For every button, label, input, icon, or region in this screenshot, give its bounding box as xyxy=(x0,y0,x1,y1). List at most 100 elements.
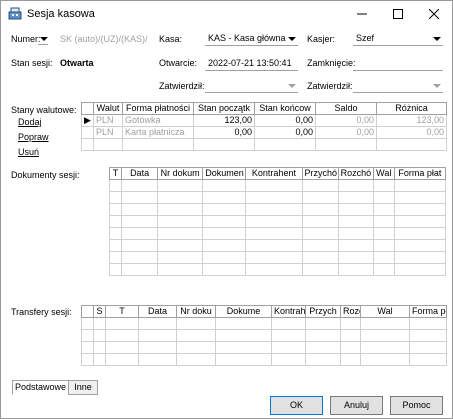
table-row[interactable] xyxy=(108,191,447,204)
table-row[interactable] xyxy=(81,341,447,354)
table-cell xyxy=(409,329,447,342)
table-row[interactable] xyxy=(81,329,447,342)
table-row[interactable]: PLN Karta płatnicza 0,00 0,00 0,00 0,00 xyxy=(81,126,447,139)
table-cell xyxy=(305,353,341,366)
table-cell xyxy=(202,227,247,240)
cancel-button[interactable]: Anuluj xyxy=(330,396,383,415)
numer-label: Numer: xyxy=(11,34,41,44)
column-header[interactable]: Wal xyxy=(372,167,395,180)
table-row[interactable] xyxy=(81,138,447,151)
column-header[interactable]: Przychó xyxy=(301,167,339,180)
column-header[interactable]: Przych xyxy=(305,305,341,318)
column-header[interactable]: T xyxy=(108,167,123,180)
table-cell xyxy=(245,203,303,216)
cell-stan-konc[interactable]: 0,00 xyxy=(254,126,316,139)
column-header[interactable]: Data xyxy=(121,167,159,180)
kasjer-dropdown[interactable]: Szef xyxy=(353,32,443,45)
column-header[interactable]: Nr doku xyxy=(176,305,216,318)
column-header[interactable]: Kontrahent xyxy=(245,167,303,180)
kasa-value: KAS - Kasa główna xyxy=(208,33,286,43)
cell-stan-konc[interactable]: 0,00 xyxy=(254,114,316,127)
minimize-icon xyxy=(357,13,367,15)
column-header[interactable]: Stan końcow xyxy=(254,102,316,115)
ok-button[interactable]: OK xyxy=(270,396,323,415)
zatwierdzil-2-dropdown[interactable] xyxy=(353,79,443,92)
cash-session-window: Sesja kasowa Numer: SK (auto)/(UZ)/(KAS)… xyxy=(0,0,453,419)
numer-field[interactable]: SK (auto)/(UZ)/(KAS)/20 xyxy=(60,34,148,44)
table-row[interactable] xyxy=(108,203,447,216)
table-cell xyxy=(93,329,106,342)
dokumenty-grid[interactable]: T Data Nr dokum Dokumen Kontrahent Przyc… xyxy=(108,167,447,276)
column-header[interactable]: Różnica xyxy=(376,102,447,115)
maximize-button[interactable] xyxy=(380,1,416,27)
table-cell xyxy=(138,353,177,366)
table-cell xyxy=(157,215,204,228)
column-header[interactable]: Wal xyxy=(360,305,410,318)
table-row[interactable] xyxy=(108,263,447,276)
numer-type-underline xyxy=(38,44,48,45)
table-cell xyxy=(202,191,247,204)
table-cell xyxy=(393,239,447,252)
table-row[interactable] xyxy=(81,317,447,330)
cell-waluta: PLN xyxy=(93,114,123,127)
table-cell xyxy=(305,329,341,342)
current-row-arrow-icon: ▶ xyxy=(81,114,94,127)
add-link[interactable]: Dodaj xyxy=(18,117,42,127)
column-header[interactable]: Stan początk xyxy=(193,102,255,115)
kasa-label: Kasa: xyxy=(159,34,183,44)
table-cell xyxy=(245,215,303,228)
column-header[interactable]: S xyxy=(93,305,106,318)
column-header[interactable]: Nr dokum xyxy=(157,167,204,180)
table-row[interactable] xyxy=(108,251,447,264)
table-row[interactable] xyxy=(81,353,447,366)
delete-link[interactable]: Usuń xyxy=(18,147,39,157)
table-cell xyxy=(393,215,447,228)
table-cell xyxy=(108,239,123,252)
column-header[interactable]: Saldo xyxy=(315,102,377,115)
table-cell xyxy=(93,317,106,330)
table-cell xyxy=(372,203,395,216)
stan-sesji-label: Stan sesji: xyxy=(11,58,53,68)
tab-podstawowe[interactable]: Podstawowe xyxy=(12,380,69,395)
zatwierdzil-dropdown[interactable] xyxy=(205,79,298,92)
help-button[interactable]: Pomoc xyxy=(390,396,443,415)
table-row[interactable] xyxy=(108,239,447,252)
table-cell xyxy=(372,239,395,252)
table-cell xyxy=(157,251,204,264)
stany-grid[interactable]: Walut Forma płatności Stan początk Stan … xyxy=(81,102,447,151)
edit-link[interactable]: Popraw xyxy=(18,132,49,142)
table-row[interactable] xyxy=(108,227,447,240)
table-row[interactable]: ▶ PLN Gotówka 123,00 0,00 0,00 123,00 xyxy=(81,114,447,127)
table-cell xyxy=(360,329,410,342)
table-cell xyxy=(93,353,106,366)
column-header[interactable]: T xyxy=(105,305,139,318)
column-header[interactable]: Rozchó xyxy=(340,305,361,318)
stan-sesji-value: Otwarta xyxy=(60,58,94,68)
kasa-dropdown[interactable]: KAS - Kasa główna xyxy=(205,32,298,45)
table-cell xyxy=(157,239,204,252)
table-cell xyxy=(305,341,341,354)
column-header[interactable]: Dokume xyxy=(215,305,272,318)
column-header[interactable]: Walut xyxy=(93,102,123,115)
column-header[interactable]: Forma płatności xyxy=(122,102,194,115)
table-cell xyxy=(202,251,247,264)
table-row[interactable] xyxy=(108,179,447,192)
column-header[interactable]: Rozchó xyxy=(337,167,374,180)
column-header[interactable]: Kontrahent xyxy=(271,305,306,318)
table-row[interactable] xyxy=(108,215,447,228)
column-header[interactable]: Data xyxy=(138,305,177,318)
column-header[interactable]: Dokumen xyxy=(202,167,247,180)
cell-stan-pocz[interactable]: 0,00 xyxy=(193,126,255,139)
kasjer-underline xyxy=(353,45,443,46)
cell-stan-pocz[interactable]: 123,00 xyxy=(193,114,255,127)
column-header[interactable]: Forma płat xyxy=(393,167,447,180)
transfery-sesji-label: Transfery sesji: xyxy=(11,307,72,317)
table-cell xyxy=(93,341,106,354)
close-button[interactable] xyxy=(416,1,452,27)
column-header[interactable]: Forma płat xyxy=(409,305,447,318)
table-cell xyxy=(202,203,247,216)
cell-forma: Karta płatnicza xyxy=(122,126,194,139)
transfery-grid[interactable]: S T Data Nr doku Dokume Kontrahent Przyc… xyxy=(81,305,447,366)
tab-inne[interactable]: Inne xyxy=(68,380,98,395)
minimize-button[interactable] xyxy=(344,1,380,27)
